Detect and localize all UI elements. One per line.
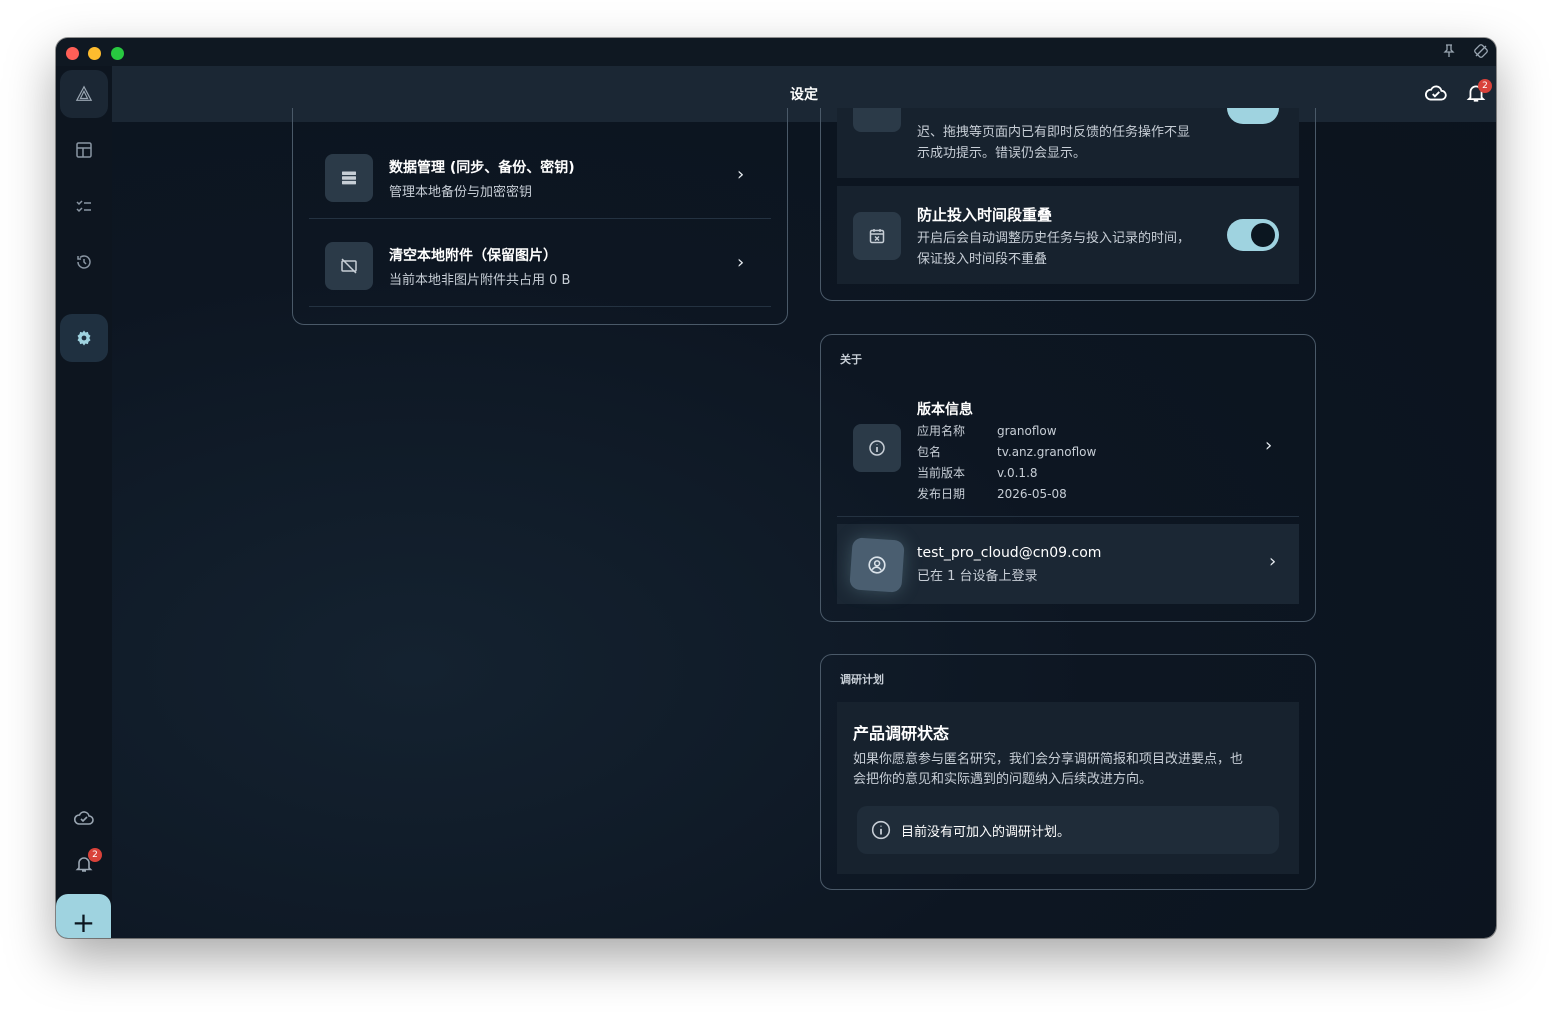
- sidebar-item-tasks[interactable]: [60, 182, 108, 230]
- sidebar-item-history[interactable]: [60, 238, 108, 286]
- behavior-settings-card: 迟、拖拽等页面内已有即时反馈的任务操作不显 示成功提示。错误仍会显示。 防止投入…: [820, 108, 1316, 301]
- section-label: 关于: [840, 353, 862, 366]
- version-value: 2026-05-08: [997, 487, 1067, 501]
- logo-icon: [75, 85, 93, 101]
- app-window: 2 + 设定 2 数据管理 (同步、备份、密钥) 管理本地备份与加密密钥 › 清…: [56, 38, 1496, 938]
- attachment-icon-tile: [325, 242, 373, 290]
- research-status-panel: 产品调研状态 如果你愿意参与匿名研究，我们会分享调研简报和项目改进要点，也 会把…: [837, 702, 1299, 874]
- data-management-item[interactable]: 数据管理 (同步、备份、密钥) 管理本地备份与加密密钥: [325, 154, 765, 202]
- sidebar: 2 +: [56, 66, 112, 938]
- chevron-right-icon: ›: [1265, 435, 1273, 456]
- item-subtitle: 管理本地备份与加密密钥: [389, 184, 533, 200]
- dashboard-icon: [76, 142, 92, 158]
- item-description-line: 保证投入时间段不重叠: [917, 252, 1048, 267]
- chevron-right-icon: ›: [1269, 551, 1277, 572]
- info-icon: [869, 440, 885, 456]
- title-bar: [56, 38, 1496, 66]
- sidebar-item-dashboard[interactable]: [60, 126, 108, 174]
- research-card: 调研计划 产品调研状态 如果你愿意参与匿名研究，我们会分享调研简报和项目改进要点…: [820, 654, 1316, 890]
- calendar-x-icon: [869, 229, 885, 244]
- window-zoom-button[interactable]: [111, 47, 124, 60]
- user-circle-icon: [868, 556, 886, 574]
- version-title: 版本信息: [917, 402, 973, 418]
- version-key: 当前版本: [917, 466, 966, 480]
- overlap-icon-tile: [853, 212, 901, 260]
- account-subtitle: 已在 1 台设备上登录: [917, 569, 1038, 584]
- checklist-icon: [76, 200, 91, 213]
- overlap-toggle[interactable]: [1227, 219, 1279, 251]
- add-task-button[interactable]: +: [56, 894, 111, 938]
- account-avatar: [849, 537, 905, 593]
- about-card: 关于 版本信息 应用名称 granoflow 包名 tv.anz.granoflow…: [820, 334, 1316, 622]
- toggle-knob: [1251, 223, 1275, 247]
- research-notice: 目前没有可加入的调研计划。: [857, 806, 1279, 854]
- research-notice-text: 目前没有可加入的调研计划。: [901, 824, 1071, 840]
- no-distraction-icon[interactable]: [1474, 44, 1488, 62]
- version-key: 发布日期: [917, 487, 966, 501]
- clear-attachments-item[interactable]: 清空本地附件（保留图片） 当前本地非图片附件共占用 0 B: [325, 242, 765, 290]
- version-icon-row: [853, 424, 901, 472]
- history-icon: [77, 255, 91, 269]
- account-email: test_pro_cloud@cn09.com: [917, 545, 1102, 561]
- version-icon-tile: [853, 424, 901, 472]
- version-value: v.0.1.8: [997, 466, 1038, 480]
- no-image-icon: [341, 258, 357, 274]
- section-label: 调研计划: [840, 673, 884, 686]
- pin-icon[interactable]: [1443, 44, 1455, 62]
- divider: [837, 516, 1299, 517]
- data-icon-tile: [325, 154, 373, 202]
- page-title: 设定: [790, 87, 818, 103]
- partial-icon-tile: [853, 108, 901, 132]
- sidebar-notifications[interactable]: 2: [60, 840, 108, 888]
- research-title: 产品调研状态: [853, 724, 950, 743]
- divider: [309, 306, 771, 307]
- overlap-item-content: [853, 212, 901, 260]
- version-value: granoflow: [997, 424, 1057, 438]
- header-notifications-button[interactable]: 2: [1466, 79, 1492, 108]
- item-subtitle: 当前本地非图片附件共占用 0 B: [389, 272, 571, 288]
- sidebar-item-settings[interactable]: [60, 314, 108, 362]
- sidebar-sync-status[interactable]: [60, 794, 108, 842]
- version-info-item[interactable]: 版本信息 应用名称 granoflow 包名 tv.anz.granoflow 当前…: [917, 399, 1096, 505]
- header-sync-button[interactable]: [1424, 83, 1448, 107]
- notification-badge: 2: [88, 848, 102, 862]
- partial-toggle[interactable]: [1227, 108, 1279, 124]
- research-description-line: 如果你愿意参与匿名研究，我们会分享调研简报和项目改进要点，也: [853, 752, 1244, 767]
- divider: [309, 218, 771, 219]
- version-key: 包名: [917, 445, 942, 459]
- plus-icon: +: [71, 905, 96, 939]
- chevron-right-icon: ›: [737, 252, 745, 273]
- research-description-line: 会把你的意见和实际遇到的问题纳入后续改进方向。: [853, 772, 1153, 787]
- app-logo[interactable]: [60, 70, 108, 118]
- data-settings-card: 数据管理 (同步、备份、密钥) 管理本地备份与加密密钥 › 清空本地附件（保留图…: [292, 108, 788, 325]
- version-value: tv.anz.granoflow: [997, 445, 1097, 459]
- item-description-line: 迟、拖拽等页面内已有即时反馈的任务操作不显: [917, 125, 1191, 140]
- item-description-line: 开启后会自动调整历史任务与投入记录的时间，: [917, 231, 1191, 246]
- gear-icon: [77, 330, 91, 346]
- notification-badge: 2: [1478, 79, 1492, 93]
- cloud-check-icon: [73, 811, 94, 825]
- info-icon: [871, 820, 891, 840]
- storage-icon: [342, 171, 356, 185]
- chevron-right-icon: ›: [737, 164, 745, 185]
- item-title: 防止投入时间段重叠: [917, 206, 1053, 224]
- version-key: 应用名称: [917, 424, 966, 438]
- item-title: 清空本地附件（保留图片）: [389, 247, 557, 264]
- item-description-line: 示成功提示。错误仍会显示。: [917, 146, 1087, 161]
- window-minimize-button[interactable]: [88, 47, 101, 60]
- item-title: 数据管理 (同步、备份、密钥): [389, 159, 575, 176]
- window-close-button[interactable]: [66, 47, 79, 60]
- cloud-check-icon: [1425, 85, 1447, 101]
